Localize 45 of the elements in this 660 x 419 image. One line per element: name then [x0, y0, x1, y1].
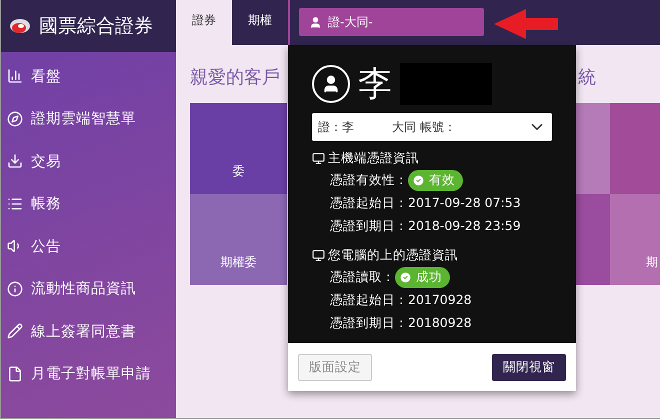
- field-label: 憑證讀取：: [330, 269, 395, 286]
- sidebar-item[interactable]: 帳務: [1, 182, 176, 225]
- menu-icon: [7, 110, 23, 127]
- sidebar-item[interactable]: 流動性商品資訊: [1, 268, 176, 310]
- menu-tile[interactable]: [610, 103, 660, 194]
- menu-icon: [7, 68, 23, 84]
- section-title: 您電腦的上的憑證資訊: [328, 246, 458, 264]
- sidebar-item[interactable]: 公告: [1, 225, 176, 268]
- menu-tile[interactable]: 期: [610, 194, 660, 285]
- user-name: 李: [358, 64, 392, 104]
- menu-tile[interactable]: 期權委: [190, 194, 287, 285]
- field-text: 憑證到期日：20180928: [330, 315, 472, 332]
- user-icon: [312, 65, 350, 103]
- menu-tile[interactable]: [575, 103, 610, 194]
- close-button[interactable]: 關閉視窗: [492, 354, 566, 380]
- status-badge: 成功: [395, 267, 450, 288]
- account-select[interactable]: 證：李 大同 帳號：: [312, 113, 552, 141]
- heading-text: 統: [578, 66, 596, 89]
- menu-icon: [7, 280, 23, 297]
- field-text: 憑證到期日：2018-09-28 23:59: [330, 218, 521, 235]
- user-icon: [309, 16, 322, 28]
- greeting-heading: 親愛的客戶: [190, 66, 280, 89]
- logo-icon: [9, 17, 31, 35]
- section-title: 主機端憑證資訊: [328, 150, 419, 166]
- menu-icon: [7, 366, 23, 382]
- sidebar-item[interactable]: 交易: [1, 140, 176, 182]
- menu-icon: [7, 153, 23, 170]
- sidebar-item[interactable]: 看盤: [1, 55, 176, 98]
- monitor-icon: [312, 152, 325, 164]
- menu-icon: [7, 323, 23, 340]
- field-text: 憑證起始日：2017-09-28 07:53: [330, 195, 521, 212]
- sidebar-item[interactable]: 證期雲端智慧單: [1, 98, 176, 140]
- monitor-icon: [312, 248, 325, 262]
- status-badge: 有效: [408, 170, 463, 191]
- field-label: 憑證有效性：: [330, 172, 408, 189]
- menu-tile[interactable]: [575, 194, 610, 285]
- account-button[interactable]: 證-大同-: [299, 8, 484, 36]
- menu-tile[interactable]: 委: [190, 103, 287, 194]
- tab[interactable]: 證券: [176, 0, 232, 45]
- sidebar-item[interactable]: 線上簽署同意書: [1, 310, 176, 352]
- brand-name: 國票綜合證券: [39, 14, 153, 39]
- field-text: 憑證起始日：20170928: [330, 292, 472, 309]
- menu-icon: [7, 196, 23, 212]
- sidebar-item[interactable]: 月電子對帳單申請: [1, 352, 176, 395]
- arrow-icon: [494, 9, 558, 39]
